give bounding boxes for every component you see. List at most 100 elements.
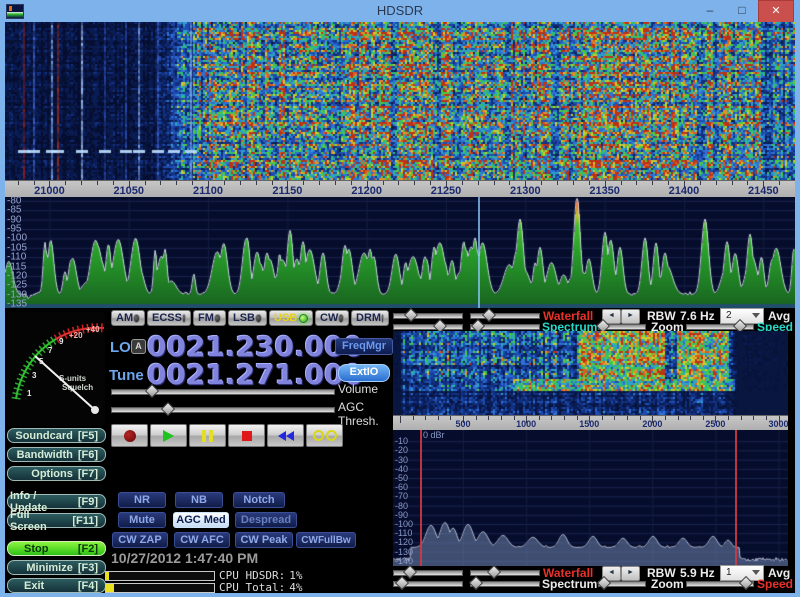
mode-button-cw[interactable]: CW [315,310,349,326]
minimize-window-button[interactable]: – [696,0,724,21]
scale-tick-label: 21350 [589,185,620,197]
af-spectrum-ref-slider[interactable] [393,575,463,591]
rf-spectrum-ref-slider[interactable] [393,318,463,334]
mode-button-drm[interactable]: DRM [351,310,389,326]
mode-led [213,313,221,323]
af-speed-slider[interactable] [686,575,754,591]
scale-tick [475,416,477,420]
af-spectrum-display[interactable]: 0 dBr -10 -20 -30 -40 -50 -60 -70 -80 -90 -100 -11… [393,430,788,566]
s-meter[interactable]: 1 3 5 7 9 +20 +40 S-units Squelch [7,312,105,426]
scale-tick [334,181,336,185]
af-waterfall-brightness-slider[interactable] [393,564,463,580]
notch-button[interactable]: Notch [233,492,285,508]
mode-button-usb[interactable]: USB [269,310,313,326]
passband-high-marker[interactable] [734,430,737,566]
cpu-total-label: CPU Total: [219,581,286,594]
scale-tick [551,416,553,420]
scale-tick-label: 21250 [430,185,462,197]
scale-tick [399,416,401,423]
af-frequency-scale[interactable]: 500 1000 1500 2000 2500 3000 [393,415,788,431]
volume-slider[interactable] [111,383,335,399]
scale-tick [557,181,559,185]
s-meter-label: +40 [86,325,100,334]
stop-button[interactable]: Stop [F2] [7,541,106,556]
scale-tick-label: 3000 [768,419,788,429]
scale-tick [437,416,439,420]
af-speed-label: Speed [757,577,794,591]
scale-tick [223,181,225,185]
rf-waterfall-brightness-slider[interactable] [393,307,463,323]
minimize-button[interactable]: Minimize [F3] [7,560,106,575]
mode-led [133,313,140,323]
lo-label: LO [110,339,131,356]
chevron-down-icon [752,313,760,318]
scale-tick [488,416,490,420]
maximize-window-button[interactable]: □ [728,0,756,21]
af-waterfall-display[interactable] [393,331,788,415]
cw-afc-button[interactable]: CW AFC [174,532,230,548]
recording-settings-button[interactable] [306,424,343,447]
mute-button[interactable]: Mute [118,512,166,528]
exit-button[interactable]: Exit [F4] [7,578,106,593]
lo-a-badge[interactable]: A [131,339,146,354]
rewind-icon [277,430,294,441]
cw-peak-button[interactable]: CW Peak [235,532,293,548]
chevron-down-icon [752,570,760,575]
tune-marker-line [478,197,481,308]
agc-med-button[interactable]: AGC Med [173,512,229,528]
scale-tick-label: 2500 [705,419,726,429]
rf-speed-slider[interactable] [686,318,754,334]
soundcard-button[interactable]: Soundcard [F5] [7,428,106,443]
extio-button[interactable]: ExtIO [338,364,390,382]
mode-button-ecss[interactable]: ECSS [147,310,191,326]
fullscreen-button[interactable]: Full Screen [F11] [7,509,106,533]
mode-button-am[interactable]: AM [111,310,145,326]
rf-spectrum-range-slider[interactable] [470,318,540,334]
scale-tick [715,181,717,185]
rf-waterfall-display[interactable] [5,22,795,180]
info-update-button[interactable]: Info / Update [F9] [7,490,106,514]
scale-tick [500,416,502,420]
af-waterfall-contrast-slider[interactable] [470,564,540,580]
af-spectrum-range-slider[interactable] [468,575,540,591]
cpu-total-row: CPU Total: 4% [105,581,302,594]
af-zoom-slider[interactable] [596,575,646,591]
record-button[interactable] [111,424,148,447]
scale-tick [614,416,616,420]
cw-fullbw-button[interactable]: CWFullBw [296,532,356,548]
pause-button[interactable] [189,424,226,447]
scale-tick [563,416,565,420]
nr-button[interactable]: NR [118,492,166,508]
nb-button[interactable]: NB [175,492,223,508]
mode-button-fm[interactable]: FM [193,310,226,326]
passband-low-marker[interactable] [420,430,423,566]
scale-tick [636,181,638,185]
rf-spectrum-display[interactable]: -80 -85 -90 -95 -100 -105 -110 -115 -120 -125 -130… [5,195,795,310]
cw-zap-button[interactable]: CW ZAP [112,532,168,548]
scale-tick [303,181,305,185]
close-window-button[interactable]: ✕ [758,0,794,23]
rf-waterfall-contrast-slider[interactable] [470,307,540,323]
mode-led [181,313,186,323]
scale-tick [690,416,692,420]
mode-button-lsb[interactable]: LSB [228,310,267,326]
scale-tick [538,416,540,420]
bandwidth-button[interactable]: Bandwidth [F6] [7,447,106,462]
af-spectrum-canvas[interactable] [393,430,788,566]
options-button[interactable]: Options [F7] [7,466,106,481]
af-spectrum-toggle[interactable]: Spectrum [542,577,597,591]
scale-tick-label: 1500 [579,419,600,429]
rf-zoom-slider[interactable] [595,318,646,334]
stop-playback-button[interactable] [228,424,265,447]
play-button[interactable] [150,424,187,447]
main-area: 21000 21050 21100 21150 21200 21250 21300 21350… [5,22,795,594]
rf-frequency-scale[interactable]: 21000 21050 21100 21150 21200 21250 21300 21350… [5,180,795,198]
scale-tick-label: 21000 [34,185,65,197]
agc-threshold-slider[interactable] [111,401,335,417]
rf-spectrum-canvas[interactable] [5,197,795,308]
rewind-button[interactable] [267,424,304,447]
scale-tick-label: 500 [455,419,471,429]
freqmgr-button[interactable]: FreqMgr [335,338,393,355]
scale-tick [176,181,178,185]
despread-button[interactable]: Despread [235,512,297,528]
